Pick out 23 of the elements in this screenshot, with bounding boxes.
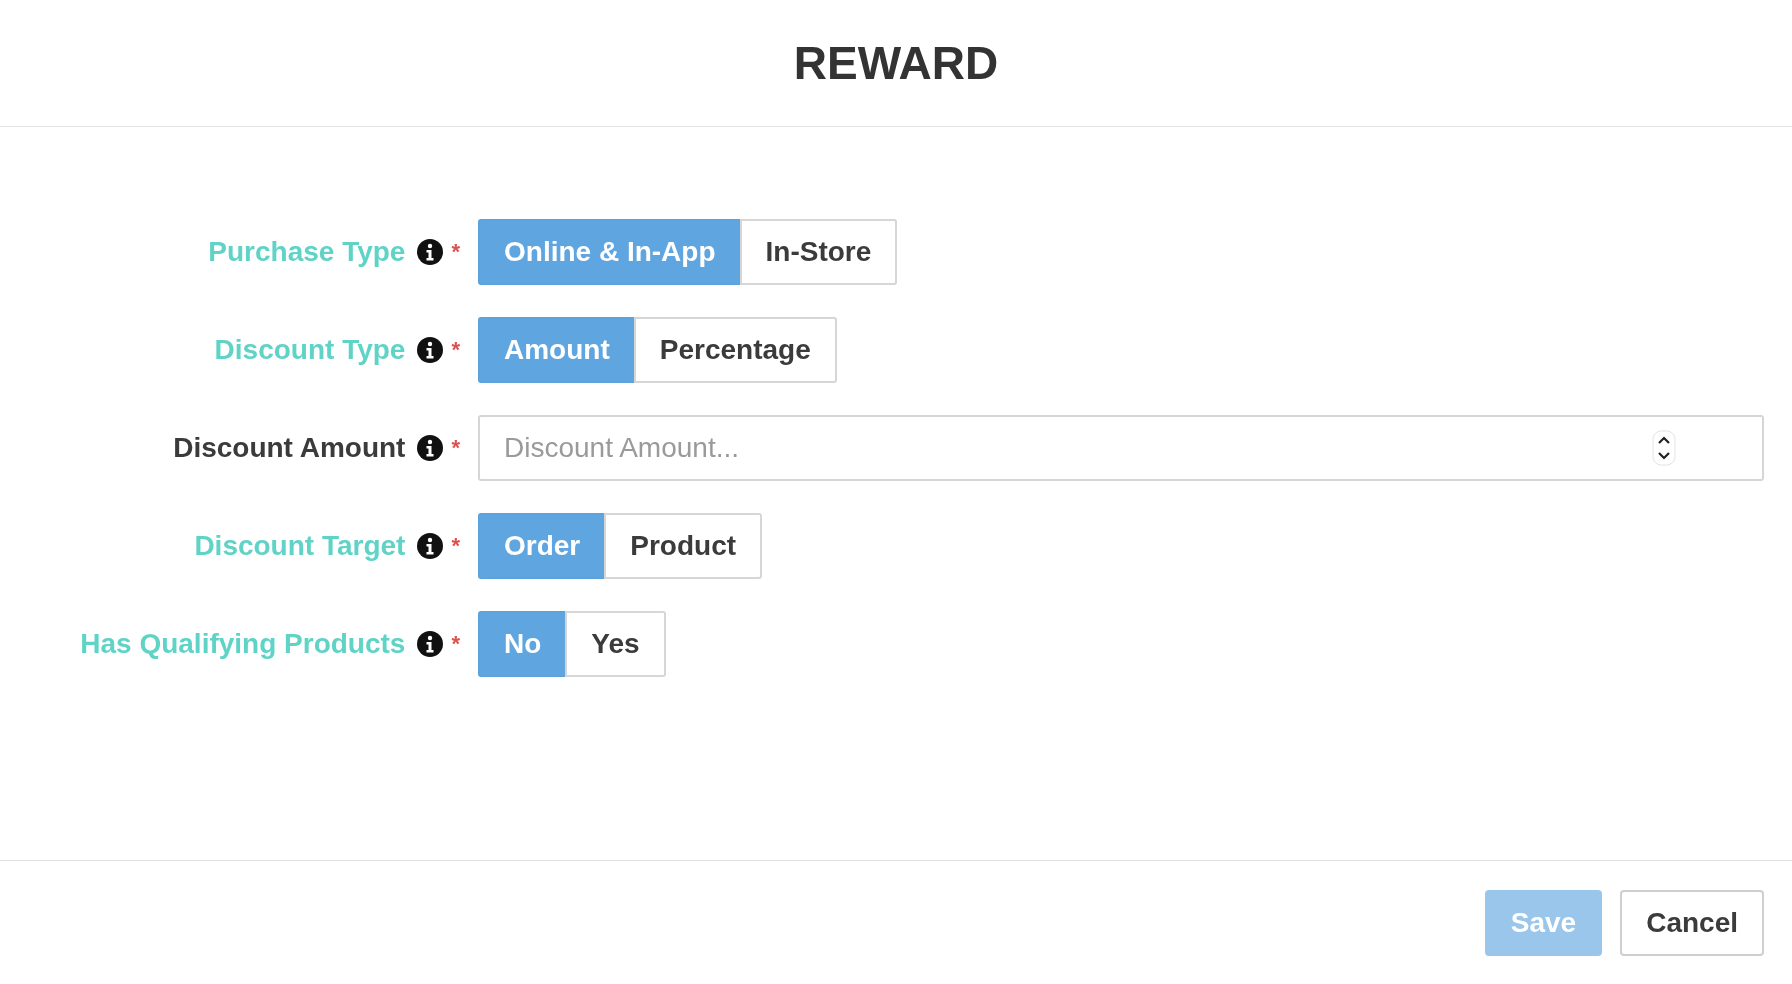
- required-mark: *: [451, 337, 460, 363]
- required-mark: *: [451, 435, 460, 461]
- toggle-option[interactable]: Product: [604, 513, 763, 579]
- field-label: Has Qualifying Products: [80, 628, 406, 660]
- field-label: Discount Type: [214, 334, 406, 366]
- amount-field[interactable]: Discount Amount...: [478, 415, 1764, 481]
- spinner-icon[interactable]: [1652, 430, 1676, 466]
- cancel-button[interactable]: Cancel: [1620, 889, 1764, 956]
- info-icon[interactable]: [417, 631, 444, 657]
- required-mark: *: [451, 239, 460, 265]
- toggle-option[interactable]: In-Store: [739, 219, 898, 285]
- required-mark: *: [451, 631, 460, 657]
- field-label: Discount Amount: [173, 432, 406, 464]
- info-icon[interactable]: [417, 435, 444, 461]
- field-label: Discount Target: [194, 530, 406, 562]
- info-icon[interactable]: [417, 337, 444, 363]
- dialog-title: REWARD: [793, 36, 999, 90]
- toggle-option[interactable]: Yes: [565, 611, 666, 677]
- field-label: Purchase Type: [208, 236, 406, 268]
- info-icon[interactable]: [417, 533, 444, 559]
- required-mark: *: [451, 533, 460, 559]
- info-icon[interactable]: [417, 239, 444, 265]
- toggle-option[interactable]: Percentage: [633, 317, 837, 383]
